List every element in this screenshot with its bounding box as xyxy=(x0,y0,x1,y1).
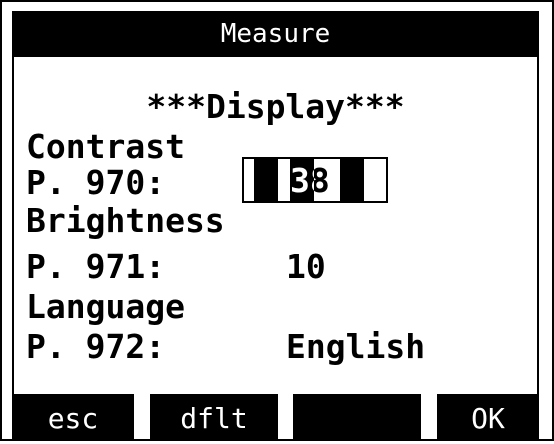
param-name-brightness: Brightness xyxy=(26,201,225,240)
language-value[interactable]: English xyxy=(286,327,425,367)
contrast-value: 38 xyxy=(290,161,330,200)
screen-heading: ***Display*** xyxy=(146,87,405,126)
param-id-contrast: P. 970: xyxy=(26,163,166,202)
param-id-language: P. 972: xyxy=(26,327,166,366)
contrast-level-bar[interactable]: 38 xyxy=(242,157,388,203)
contrast-bar-segment xyxy=(340,159,364,201)
contrast-bar-segment xyxy=(254,159,278,201)
param-name-language: Language xyxy=(26,287,185,326)
param-name-contrast: Contrast xyxy=(26,127,185,166)
window-title: Measure xyxy=(12,11,539,57)
blank-softkey[interactable] xyxy=(293,394,421,439)
brightness-value[interactable]: 10 xyxy=(286,247,326,287)
display-settings-panel: ***Display*** Contrast P. 970: 38 Bright… xyxy=(12,57,539,394)
dflt-softkey[interactable]: dflt xyxy=(150,394,278,439)
ok-softkey[interactable]: OK xyxy=(437,394,539,439)
esc-softkey[interactable]: esc xyxy=(12,394,134,439)
param-id-brightness: P. 971: xyxy=(26,247,166,286)
softkey-bar: esc dflt OK xyxy=(0,394,554,439)
